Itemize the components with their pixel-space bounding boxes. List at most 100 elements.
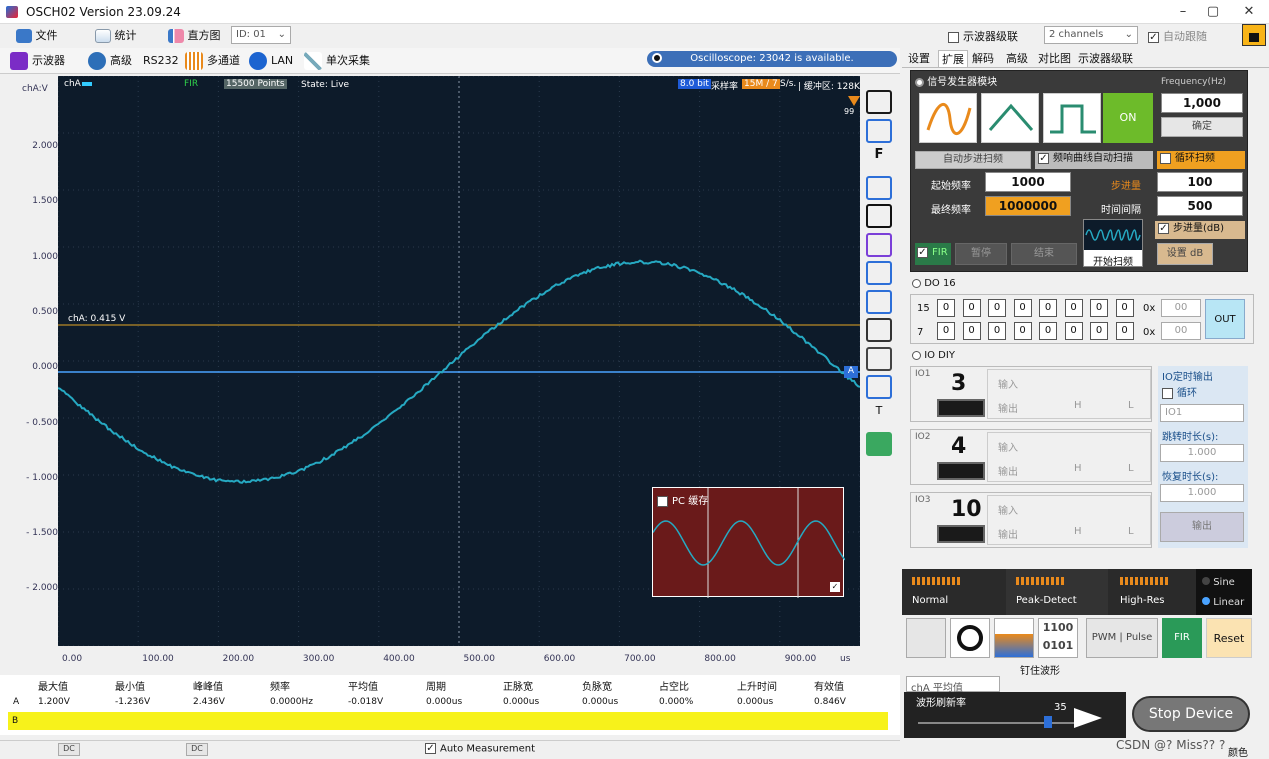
save-icon[interactable]: [866, 261, 892, 285]
hex-low-input[interactable]: 00: [1161, 322, 1201, 340]
right-tab-4[interactable]: 对比图: [1038, 50, 1071, 68]
step-input[interactable]: 100: [1157, 172, 1243, 192]
fit-icon[interactable]: [866, 90, 892, 114]
image-icon[interactable]: [866, 290, 892, 314]
record-icon[interactable]: [652, 53, 662, 63]
auto-measure-checkbox[interactable]: Auto Measurement: [425, 743, 535, 755]
jump-input[interactable]: 1.000: [1160, 444, 1244, 462]
frequency-input[interactable]: 1,000: [1161, 93, 1243, 113]
scope-display[interactable]: chA FIR 15500 Points State: Live 8.0 bit…: [58, 76, 860, 646]
cascade-check-icon[interactable]: [948, 32, 959, 43]
do16-out-button[interactable]: OUT: [1205, 299, 1245, 339]
auto-follow-check-icon[interactable]: [1148, 32, 1159, 43]
tab-advanced[interactable]: 高级: [88, 52, 132, 70]
radio-icon[interactable]: [912, 351, 921, 360]
settings-gear-icon[interactable]: [950, 618, 990, 658]
right-tab-3[interactable]: 高级: [1006, 50, 1028, 68]
spectrum-icon[interactable]: [866, 233, 892, 257]
radio-icon[interactable]: [912, 279, 921, 288]
right-tab-0[interactable]: 设置: [908, 50, 930, 68]
auto-sweep-check-icon[interactable]: [1038, 153, 1049, 164]
dc-coupling-b[interactable]: DC: [186, 743, 208, 756]
confirm-button[interactable]: 确定: [1161, 117, 1243, 137]
maximize-button[interactable]: ▢: [1198, 2, 1228, 22]
io-high-option[interactable]: H: [1074, 463, 1082, 474]
tab-rs232[interactable]: RS232: [143, 52, 179, 70]
right-tab-2[interactable]: 解码: [972, 50, 994, 68]
io-select[interactable]: IO1: [1160, 404, 1244, 422]
channels-select[interactable]: 2 channels ⌄: [1044, 26, 1138, 44]
close-button[interactable]: ✕: [1234, 2, 1264, 22]
auto-sweep-checkbox[interactable]: 频响曲线自动扫描: [1035, 151, 1153, 169]
sine-interp-option[interactable]: Sine: [1202, 577, 1235, 588]
io-output-option[interactable]: 输出: [998, 526, 1018, 541]
do-bit[interactable]: 0: [1116, 322, 1134, 340]
fir-checkbox[interactable]: FIR: [915, 243, 951, 265]
right-tab-1[interactable]: 扩展: [938, 50, 968, 68]
wave-icon[interactable]: [866, 318, 892, 342]
refresh-slider-track[interactable]: [918, 722, 1078, 724]
do-bit[interactable]: 0: [1014, 322, 1032, 340]
lock-icon[interactable]: [1242, 24, 1266, 46]
io-high-option[interactable]: H: [1074, 400, 1082, 411]
pc-cache-corner-check-icon[interactable]: ✓: [830, 582, 840, 592]
loop-sweep-check-icon[interactable]: [1160, 153, 1171, 164]
trigger-marker-icon[interactable]: [848, 96, 860, 106]
stats-menu[interactable]: 统计: [95, 27, 137, 43]
auto-step-button[interactable]: 自动步进扫频: [915, 151, 1031, 169]
dc-coupling-a[interactable]: DC: [58, 743, 80, 756]
tag-icon[interactable]: [866, 432, 892, 456]
generator-on-button[interactable]: ON: [1103, 93, 1153, 143]
io-output-button[interactable]: 输出: [1160, 512, 1244, 542]
interval-input[interactable]: 500: [1157, 196, 1243, 216]
auto-follow-checkbox[interactable]: 自动跟随: [1148, 28, 1207, 44]
io-output-option[interactable]: 输出: [998, 400, 1018, 415]
siggen-radio[interactable]: 信号发生器模块: [915, 73, 997, 88]
table-icon[interactable]: [866, 347, 892, 371]
do-bit[interactable]: 0: [1039, 299, 1057, 317]
fir-filter-button[interactable]: FIR: [1162, 618, 1202, 658]
sine-wave-button[interactable]: [919, 93, 977, 143]
samplerate-value[interactable]: 15M / 7: [742, 79, 780, 89]
triangle-wave-button[interactable]: [981, 93, 1039, 143]
io-input-option[interactable]: 输入: [998, 376, 1018, 391]
stop-device-button[interactable]: Stop Device: [1132, 696, 1250, 732]
tab-multichannel[interactable]: 多通道: [185, 52, 240, 70]
pause-button[interactable]: 暂停: [955, 243, 1007, 265]
text-icon[interactable]: T: [866, 404, 892, 428]
radio-icon[interactable]: [1202, 577, 1210, 585]
io-low-option[interactable]: L: [1128, 526, 1134, 537]
span-icon[interactable]: [866, 204, 892, 228]
io-input-option[interactable]: 输入: [998, 502, 1018, 517]
do-bit[interactable]: 0: [963, 322, 981, 340]
io-input-option[interactable]: 输入: [998, 439, 1018, 454]
do-bit[interactable]: 0: [988, 322, 1006, 340]
start-sweep-button[interactable]: 开始扫频: [1083, 219, 1143, 267]
cascade-checkbox[interactable]: 示波器级联: [948, 28, 1018, 44]
do-bit[interactable]: 0: [1039, 322, 1057, 340]
iodiy-radio[interactable]: IO DIY: [912, 350, 955, 361]
histogram-menu[interactable]: 直方图: [168, 27, 221, 43]
tab-scope[interactable]: 示波器: [10, 52, 65, 70]
do-bit[interactable]: 0: [1065, 299, 1083, 317]
io-low-option[interactable]: L: [1128, 400, 1134, 411]
grid-icon[interactable]: [866, 176, 892, 200]
tab-lan[interactable]: LAN: [249, 52, 293, 70]
step-db-checkbox[interactable]: 步进量(dB): [1155, 221, 1245, 239]
ruler-icon[interactable]: [866, 375, 892, 399]
zoom-icon[interactable]: [866, 119, 892, 143]
right-tab-5[interactable]: 示波器级联: [1078, 50, 1133, 68]
io-output-option[interactable]: 输出: [998, 463, 1018, 478]
tab-single[interactable]: 单次采集: [304, 52, 370, 70]
do-bit[interactable]: 0: [988, 299, 1006, 317]
do-bit[interactable]: 0: [1014, 299, 1032, 317]
do-bit[interactable]: 0: [1065, 322, 1083, 340]
io-high-option[interactable]: H: [1074, 526, 1082, 537]
do-bit[interactable]: 0: [963, 299, 981, 317]
io-low-option[interactable]: L: [1128, 463, 1134, 474]
start-freq-input[interactable]: 1000: [985, 172, 1071, 192]
linear-interp-option[interactable]: Linear: [1202, 597, 1244, 608]
hex-high-input[interactable]: 00: [1161, 299, 1201, 317]
do16-radio[interactable]: DO 16: [912, 278, 956, 289]
mode-1[interactable]: Peak-Detect: [1006, 569, 1108, 615]
